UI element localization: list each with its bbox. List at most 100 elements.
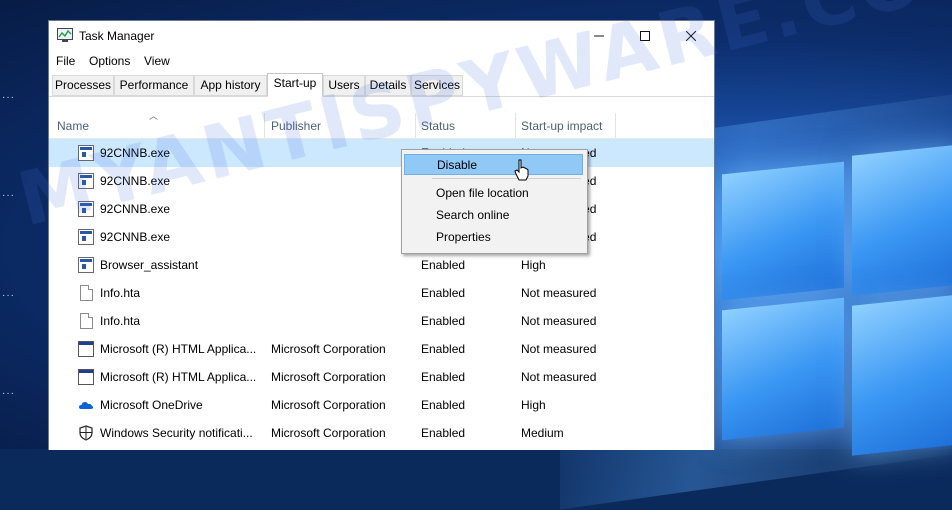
table-row[interactable]: 92CNNB.exeEnabledNot measured: [49, 223, 714, 251]
table-row[interactable]: 92CNNB.exeEnabledNot measured: [49, 139, 714, 167]
row-name: Info.hta: [100, 314, 141, 328]
sort-ascending-icon: ︿: [149, 111, 159, 121]
context-menu-search-online[interactable]: Search online: [404, 205, 583, 226]
minimize-icon: [594, 35, 604, 37]
exe-icon: [78, 145, 94, 161]
row-impact: High: [521, 258, 546, 272]
desktop-icon-label-fragment: ···: [2, 290, 15, 301]
context-menu: Disable Open file location Search online…: [401, 149, 588, 254]
maximize-icon: [640, 31, 650, 41]
windows-logo-pane: [722, 297, 844, 441]
row-name: Info.hta: [100, 286, 141, 300]
context-menu-label: Disable: [437, 158, 478, 172]
row-impact: Not measured: [521, 370, 597, 384]
close-icon: [686, 31, 696, 41]
row-publisher: Microsoft Corporation: [271, 342, 386, 356]
context-menu-label: Properties: [436, 230, 491, 244]
menu-view[interactable]: View: [144, 54, 170, 68]
tab-strip-divider: [49, 96, 714, 97]
column-divider[interactable]: [615, 113, 616, 139]
html-app-icon: [78, 369, 94, 385]
row-status: Enabled: [421, 370, 466, 384]
document-icon: [80, 313, 93, 329]
context-menu-separator: [432, 178, 581, 179]
context-menu-properties[interactable]: Properties: [404, 227, 583, 248]
context-menu-open-file-location[interactable]: Open file location: [404, 183, 583, 204]
row-status: Enabled: [421, 426, 466, 440]
row-name: Microsoft OneDrive: [100, 398, 203, 412]
html-app-icon: [78, 341, 94, 357]
row-name: Microsoft (R) HTML Applica...: [100, 370, 257, 384]
row-status: Enabled: [421, 398, 466, 412]
desktop-icon-label-fragment: ···: [2, 388, 15, 399]
row-status: Enabled: [421, 286, 466, 300]
exe-icon: [78, 229, 94, 245]
table-row[interactable]: 92CNNB.exeEnabledNot measured: [49, 167, 714, 195]
window-title: Task Manager: [79, 29, 155, 43]
row-impact: Not measured: [521, 342, 597, 356]
column-header-impact[interactable]: Start-up impact: [521, 119, 602, 139]
row-impact: Not measured: [521, 314, 597, 328]
table-row[interactable]: Windows Security notificati... Microsoft …: [49, 419, 714, 447]
desktop-icon-label-fragment: ···: [2, 92, 15, 103]
menu-options[interactable]: Options: [89, 54, 130, 68]
windows-logo-pane: [852, 144, 952, 296]
windows-logo-pane: [852, 294, 952, 456]
row-status: Enabled: [421, 314, 466, 328]
row-publisher: Microsoft Corporation: [271, 426, 386, 440]
table-row[interactable]: Info.hta Enabled Not measured: [49, 307, 714, 335]
close-button[interactable]: [668, 21, 714, 51]
table-row[interactable]: Microsoft OneDrive Microsoft Corporation E…: [49, 391, 714, 419]
exe-icon: [78, 201, 94, 217]
column-divider[interactable]: [515, 113, 516, 139]
minimize-button[interactable]: [576, 21, 622, 51]
column-header-publisher[interactable]: Publisher: [271, 119, 321, 139]
context-menu-disable[interactable]: Disable: [404, 154, 583, 175]
column-header-name[interactable]: Name: [57, 119, 89, 139]
row-name: 92CNNB.exe: [100, 174, 171, 188]
exe-icon: [78, 173, 94, 189]
shield-icon: [79, 425, 93, 441]
row-name: Windows Security notificati...: [100, 426, 253, 440]
column-divider[interactable]: [415, 113, 416, 139]
tab-start-up[interactable]: Start-up: [267, 73, 323, 97]
tab-app-history[interactable]: App history: [194, 75, 267, 96]
tab-processes[interactable]: Processes: [52, 75, 114, 96]
menu-bar: File Options View: [49, 51, 714, 71]
desktop-icon-label-fragment: ···: [2, 190, 15, 201]
task-manager-window: Task Manager File Options View Processes…: [48, 20, 715, 450]
table-row[interactable]: Microsoft (R) HTML Applica... Microsoft C…: [49, 335, 714, 363]
table-row[interactable]: 92CNNB.exeEnabledNot measured: [49, 195, 714, 223]
menu-file[interactable]: File: [56, 54, 75, 68]
hand-cursor-icon: [514, 159, 529, 181]
tab-services[interactable]: Services: [411, 75, 463, 96]
row-name: Microsoft (R) HTML Applica...: [100, 342, 257, 356]
table-row[interactable]: Browser_assistant Enabled High: [49, 251, 714, 279]
context-menu-label: Search online: [436, 208, 510, 222]
row-impact: Medium: [521, 426, 564, 440]
tab-users[interactable]: Users: [323, 75, 365, 96]
windows-logo-pane: [722, 161, 844, 301]
row-name: 92CNNB.exe: [100, 202, 171, 216]
title-bar[interactable]: Task Manager: [49, 21, 714, 51]
row-status: Enabled: [421, 258, 466, 272]
table-row[interactable]: Microsoft (R) HTML Applica... Microsoft C…: [49, 363, 714, 391]
onedrive-icon: [79, 402, 94, 409]
tab-details[interactable]: Details: [365, 75, 411, 96]
context-menu-label: Open file location: [436, 186, 529, 200]
row-publisher: Microsoft Corporation: [271, 370, 386, 384]
document-icon: [80, 285, 93, 301]
exe-icon: [78, 257, 94, 273]
row-name: 92CNNB.exe: [100, 230, 171, 244]
maximize-button[interactable]: [622, 21, 668, 51]
row-impact: Not measured: [521, 286, 597, 300]
row-name: 92CNNB.exe: [100, 146, 171, 160]
row-impact: High: [521, 398, 546, 412]
column-header-status[interactable]: Status: [421, 119, 455, 139]
row-publisher: Microsoft Corporation: [271, 398, 386, 412]
tab-performance[interactable]: Performance: [114, 75, 194, 96]
row-name: Browser_assistant: [100, 258, 199, 272]
column-divider[interactable]: [264, 113, 265, 139]
table-row[interactable]: Info.hta Enabled Not measured: [49, 279, 714, 307]
task-manager-icon: [57, 28, 73, 42]
